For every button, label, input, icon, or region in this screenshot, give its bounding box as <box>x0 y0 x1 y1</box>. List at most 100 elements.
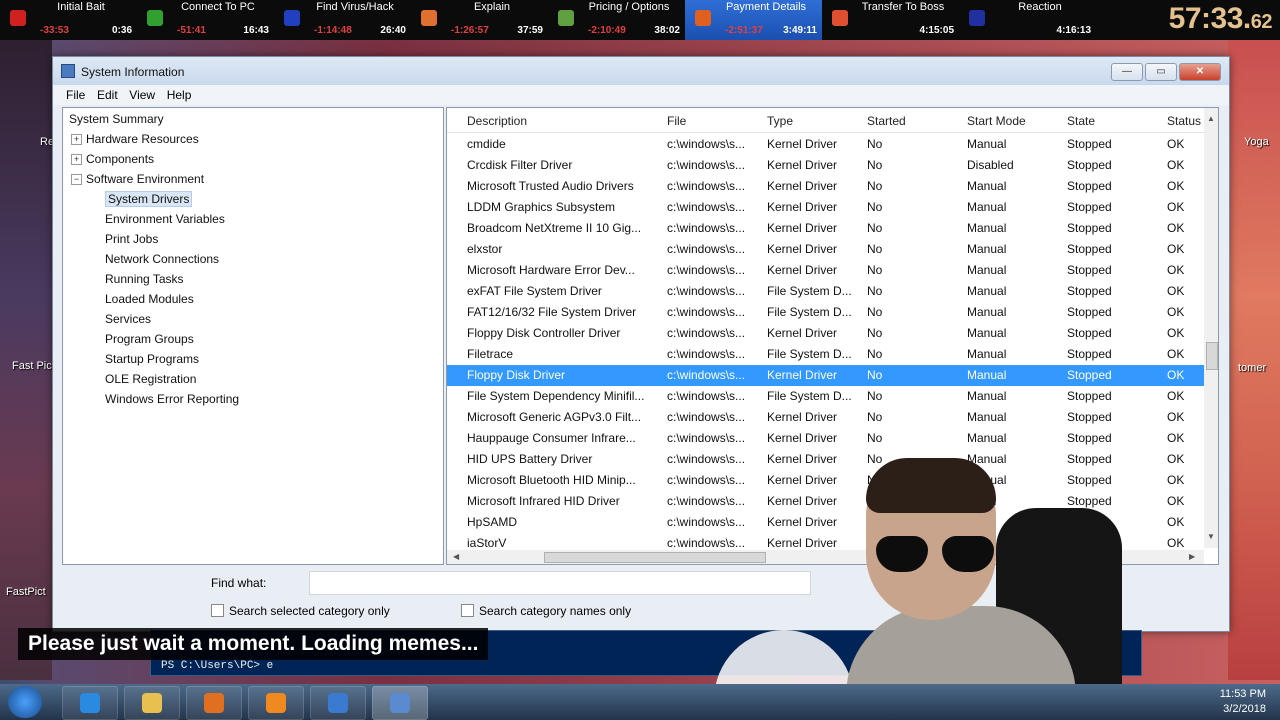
table-row[interactable]: Crcdisk Filter Driver c:\windows\s... Kern… <box>447 155 1204 176</box>
table-cell: File System D... <box>767 305 852 319</box>
table-row[interactable]: FAT12/16/32 File System Driver c:\windows… <box>447 302 1204 323</box>
tree-node-0[interactable]: + Hardware Resources <box>71 132 199 146</box>
column-header[interactable]: Description <box>467 114 527 128</box>
table-cell: Filetrace <box>467 347 514 361</box>
webcam-person-hair <box>866 458 996 513</box>
column-header[interactable]: File <box>667 114 686 128</box>
menu-file[interactable]: File <box>66 88 93 102</box>
folder-icon <box>142 693 162 713</box>
table-cell: c:\windows\s... <box>667 494 746 508</box>
table-row[interactable]: Hauppauge Consumer Infrare... c:\windows\… <box>447 428 1204 449</box>
tree-node-1[interactable]: + Components <box>71 152 154 166</box>
desktop-label[interactable]: Fast Pic <box>12 360 52 372</box>
vertical-scrollbar[interactable]: ▲ ▼ <box>1204 108 1218 548</box>
vertical-scroll-thumb[interactable] <box>1206 342 1218 370</box>
tree-item-child-10[interactable]: Windows Error Reporting <box>105 392 239 406</box>
menu-help[interactable]: Help <box>167 88 200 102</box>
table-cell: Kernel Driver <box>767 137 838 151</box>
desktop-label[interactable]: FastPict <box>6 586 46 598</box>
split-name: Find Virus/Hack <box>316 1 394 13</box>
menu-view[interactable]: View <box>129 88 163 102</box>
tree-item-child-3[interactable]: Network Connections <box>105 252 219 266</box>
table-row[interactable]: elxstor c:\windows\s... Kernel Driver No Man… <box>447 239 1204 260</box>
column-header[interactable]: Status <box>1167 114 1201 128</box>
table-cell: Floppy Disk Driver <box>467 368 566 382</box>
table-cell: No <box>867 221 883 235</box>
table-cell: Kernel Driver <box>767 452 838 466</box>
taskbar-sysinfo-button[interactable] <box>372 686 428 720</box>
scroll-left-icon[interactable]: ◀ <box>453 552 459 561</box>
find-what-input[interactable] <box>309 571 811 595</box>
title-bar[interactable]: System Information — ▭ ✕ <box>53 57 1229 85</box>
table-row[interactable]: cmdide c:\windows\s... Kernel Driver No Manu… <box>447 134 1204 155</box>
table-row[interactable]: Floppy Disk Controller Driver c:\windows\… <box>447 323 1204 344</box>
taskbar-powershell-button[interactable] <box>310 686 366 720</box>
start-button[interactable] <box>8 686 42 718</box>
split-time: 3:49:11 <box>783 25 817 36</box>
minimize-button[interactable]: — <box>1111 63 1143 81</box>
column-header[interactable]: Type <box>767 114 793 128</box>
taskbar-explorer-button[interactable] <box>124 686 180 720</box>
tree-expander-icon[interactable]: − <box>71 174 82 185</box>
taskbar-ie-button[interactable] <box>62 686 118 720</box>
table-cell: OK <box>1167 137 1185 151</box>
table-cell: c:\windows\s... <box>667 284 746 298</box>
tree-item-label: Print Jobs <box>105 232 159 246</box>
tree-item-label: Loaded Modules <box>105 292 194 306</box>
table-cell: No <box>867 158 883 172</box>
desktop-left-edge: Re Fast Pic FastPict <box>0 40 54 680</box>
tree-item-child-8[interactable]: Startup Programs <box>105 352 199 366</box>
table-row[interactable]: LDDM Graphics Subsystem c:\windows\s... Ke… <box>447 197 1204 218</box>
table-row[interactable]: File System Dependency Minifil... c:\wind… <box>447 386 1204 407</box>
table-row[interactable]: exFAT File System Driver c:\windows\s... F… <box>447 281 1204 302</box>
table-cell: File System Dependency Minifil... <box>467 389 645 403</box>
table-row[interactable]: Microsoft Generic AGPv3.0 Filt... c:\wind… <box>447 407 1204 428</box>
desktop-label[interactable]: tomer <box>1238 362 1266 374</box>
tree-item-label: Program Groups <box>105 332 194 346</box>
taskbar-avast-button[interactable] <box>248 686 304 720</box>
split-5: Payment Details -2:51:37 3:49:11 <box>685 0 822 40</box>
clock[interactable]: 11:53 PM 3/2/2018 <box>1220 687 1266 717</box>
close-button[interactable]: ✕ <box>1179 63 1221 81</box>
table-row[interactable]: Microsoft Hardware Error Dev... c:\window… <box>447 260 1204 281</box>
tree-item-child-7[interactable]: Program Groups <box>105 332 194 346</box>
search-category-names-checkbox[interactable]: Search category names only <box>461 604 631 618</box>
split-name: Connect To PC <box>181 1 255 13</box>
menu-edit[interactable]: Edit <box>97 88 126 102</box>
tree-item-child-0[interactable]: System Drivers <box>105 191 193 207</box>
split-time: 38:02 <box>654 25 680 36</box>
tree-expander-icon[interactable]: + <box>71 154 82 165</box>
table-cell: c:\windows\s... <box>667 158 746 172</box>
tree-item-child-9[interactable]: OLE Registration <box>105 372 196 386</box>
table-row[interactable]: Microsoft Trusted Audio Drivers c:\window… <box>447 176 1204 197</box>
horizontal-scroll-thumb[interactable] <box>544 552 766 563</box>
table-row[interactable]: Floppy Disk Driver c:\windows\s... Kernel … <box>447 365 1204 386</box>
column-header[interactable]: Started <box>867 114 906 128</box>
tree-item-child-5[interactable]: Loaded Modules <box>105 292 194 306</box>
scroll-right-icon[interactable]: ▶ <box>1189 552 1195 561</box>
column-header[interactable]: State <box>1067 114 1095 128</box>
scroll-up-icon[interactable]: ▲ <box>1207 114 1215 123</box>
table-cell: c:\windows\s... <box>667 305 746 319</box>
tree-expander-icon[interactable]: + <box>71 134 82 145</box>
menu-bar: File Edit View Help <box>53 85 1229 105</box>
tree-node-2[interactable]: − Software Environment <box>71 172 204 186</box>
taskbar-media-button[interactable] <box>186 686 242 720</box>
scroll-down-icon[interactable]: ▼ <box>1207 532 1215 541</box>
column-header[interactable]: Start Mode <box>967 114 1026 128</box>
tree-item-child-1[interactable]: Environment Variables <box>105 212 225 226</box>
clock-time: 11:53 PM <box>1219 688 1266 700</box>
table-row[interactable]: Filetrace c:\windows\s... File System D...… <box>447 344 1204 365</box>
table-row[interactable]: Broadcom NetXtreme II 10 Gig... c:\window… <box>447 218 1204 239</box>
split-time: 37:59 <box>517 25 543 36</box>
maximize-button[interactable]: ▭ <box>1145 63 1177 81</box>
split-0: Initial Bait -33:53 0:36 <box>0 0 137 40</box>
tree-item-child-6[interactable]: Services <box>105 312 151 326</box>
search-selected-category-checkbox[interactable]: Search selected category only <box>211 604 390 618</box>
tree-item-system-summary[interactable]: System Summary <box>69 112 164 126</box>
table-cell: No <box>867 305 883 319</box>
tree-item-child-2[interactable]: Print Jobs <box>105 232 158 246</box>
tree-item-child-4[interactable]: Running Tasks <box>105 272 184 286</box>
category-tree[interactable]: System Summary + Hardware Resources + Compo… <box>62 107 444 565</box>
desktop-label[interactable]: Yoga <box>1244 136 1269 148</box>
